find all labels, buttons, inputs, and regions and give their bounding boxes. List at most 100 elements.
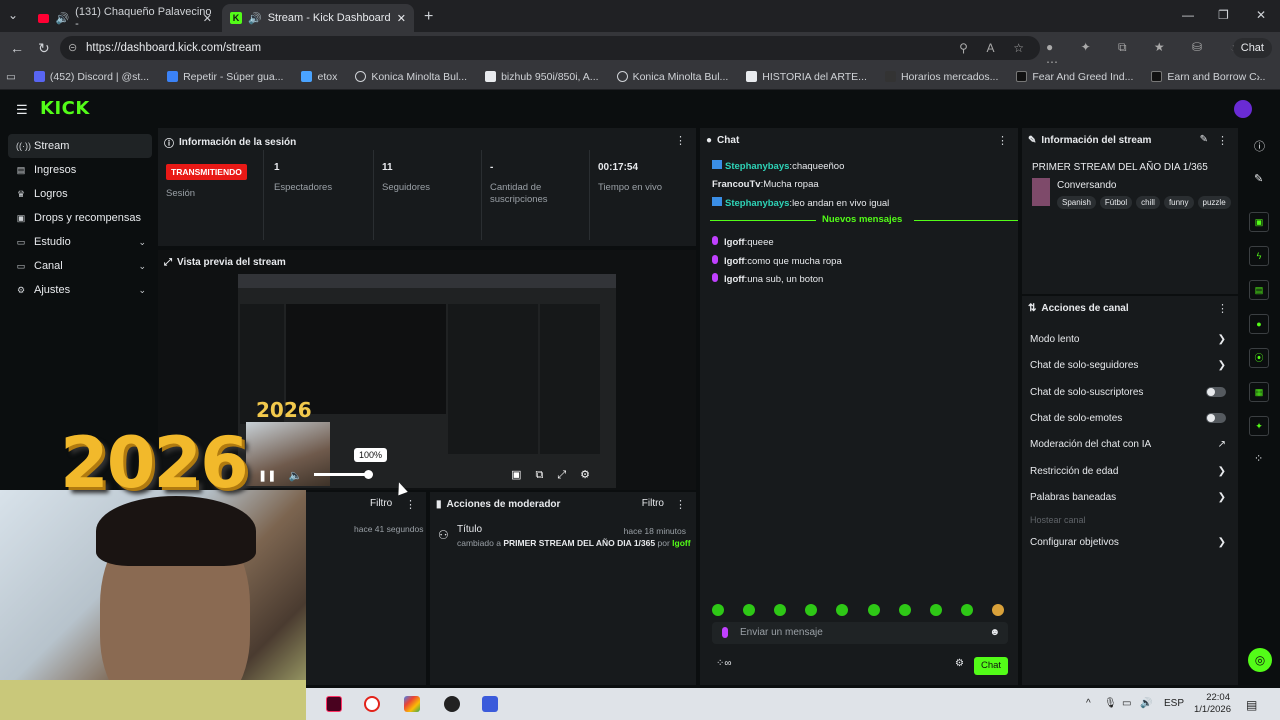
document-icon[interactable]: ▤ bbox=[1249, 280, 1269, 300]
speaker-icon[interactable]: 🔊 bbox=[1140, 698, 1152, 709]
maximize-icon[interactable]: ❐ bbox=[1218, 8, 1229, 22]
emote-icon[interactable] bbox=[960, 604, 973, 616]
window-close-icon[interactable]: ✕ bbox=[1256, 8, 1266, 22]
emote-icon[interactable] bbox=[867, 604, 880, 616]
copilot-chat-button[interactable]: Chat bbox=[1232, 38, 1272, 58]
more-icon[interactable]: ⋮ bbox=[1217, 134, 1228, 147]
layout-icon[interactable]: ▦ bbox=[1249, 382, 1269, 402]
chevron-right-icon[interactable]: › bbox=[1257, 71, 1261, 83]
tag: puzzle bbox=[1197, 196, 1231, 209]
bookmark-item[interactable]: Repetir - Súper gua... bbox=[167, 71, 283, 83]
close-icon[interactable]: ✕ bbox=[203, 12, 212, 25]
action-banned-words[interactable]: Palabras baneadas ❯ bbox=[1030, 487, 1226, 507]
info-icon[interactable]: ⓘ bbox=[1254, 138, 1265, 154]
bookmark-item[interactable]: bizhub 950i/850i, A... bbox=[485, 71, 599, 83]
emoji-icon[interactable]: ☻ bbox=[989, 622, 1000, 644]
emote-icon[interactable] bbox=[836, 604, 849, 616]
close-icon[interactable]: ✕ bbox=[397, 12, 406, 25]
emote-icon[interactable] bbox=[774, 604, 787, 616]
rail-button-icon[interactable]: ▣ bbox=[1249, 212, 1269, 232]
bookmark-item[interactable]: Earn and Borrow C... bbox=[1151, 71, 1265, 83]
reading-list-icon[interactable]: ▭ bbox=[6, 71, 16, 83]
bookmark-item[interactable]: Fear And Greed Ind... bbox=[1016, 71, 1133, 83]
tab-youtube[interactable]: 🔊 (131) Chaqueño Palavecino - ✕ bbox=[30, 4, 220, 32]
bookmark-item[interactable]: etox bbox=[301, 71, 337, 83]
network-icon[interactable]: ▭ bbox=[1122, 698, 1131, 709]
kick-logo[interactable]: KICK bbox=[40, 98, 90, 119]
action-configure-goals[interactable]: Configurar objetivos ❯ bbox=[1030, 532, 1226, 552]
pause-icon[interactable]: ❚❚ bbox=[258, 469, 276, 482]
stream-preview-video[interactable]: 2026 ❚❚ 🔈 100% ▣⧉⤢⚙ bbox=[238, 274, 616, 488]
action-age-restriction[interactable]: Restricción de edad ❯ bbox=[1030, 461, 1226, 481]
sidebar-item-drops[interactable]: ▣ Drops y recompensas bbox=[8, 206, 152, 230]
tab-menu-icon[interactable]: ⌄ bbox=[8, 8, 18, 22]
chevron-up-icon[interactable]: ^ bbox=[1086, 698, 1091, 709]
notification-icon[interactable]: ▤ bbox=[1246, 698, 1257, 712]
action-slow-mode[interactable]: Modo lento ❯ bbox=[1030, 329, 1226, 349]
clock[interactable]: 22:04 1/1/2026 bbox=[1194, 692, 1231, 716]
more-icon[interactable]: ⋮ bbox=[405, 498, 416, 511]
new-tab-icon[interactable]: + bbox=[424, 8, 433, 26]
action-ai-moderation[interactable]: Moderación del chat con IA ↗ bbox=[1030, 434, 1226, 454]
emote-icon[interactable] bbox=[805, 604, 818, 616]
expand-icon: ⤢ bbox=[164, 257, 172, 268]
action-followers-only[interactable]: Chat de solo-seguidores ❯ bbox=[1030, 355, 1226, 375]
obs-icon[interactable] bbox=[444, 696, 460, 712]
sidebar-item-estudio[interactable]: ▭ Estudio ⌄ bbox=[8, 230, 152, 254]
edit-icon[interactable]: ✎ bbox=[1254, 172, 1263, 185]
emote-icon[interactable] bbox=[712, 604, 724, 616]
toggle-switch[interactable] bbox=[1206, 413, 1226, 423]
volume-slider-handle[interactable] bbox=[364, 470, 373, 479]
volume-slider[interactable] bbox=[314, 473, 370, 476]
bookmark-item[interactable]: (452) Discord | @st... bbox=[33, 71, 149, 83]
emote-icon[interactable] bbox=[743, 604, 756, 616]
bookmark-item[interactable]: Konica Minolta Bul... bbox=[355, 71, 467, 83]
emote-icon[interactable] bbox=[991, 604, 1004, 616]
more-icon[interactable]: ⋮ bbox=[997, 134, 1008, 147]
reload-icon[interactable]: ↻ bbox=[38, 40, 50, 57]
more-icon[interactable]: ⋮ bbox=[675, 134, 686, 147]
gear-icon[interactable]: ⚙ bbox=[955, 658, 964, 669]
sidebar-item-ajustes[interactable]: ⚙ Ajustes ⌄ bbox=[8, 278, 152, 302]
indesign-icon[interactable] bbox=[326, 696, 342, 712]
chat-message-input[interactable]: Enviar un mensaje ☻ bbox=[712, 622, 1008, 644]
sidebar-item-logros[interactable]: ♛ Logros bbox=[8, 182, 152, 206]
group-icon[interactable]: ⁘ bbox=[1254, 452, 1263, 465]
edit-icon[interactable]: ✎ bbox=[1200, 134, 1208, 145]
wrench-icon[interactable]: ✦ bbox=[1249, 416, 1269, 436]
sidebar-item-ingresos[interactable]: ▤ Ingresos bbox=[8, 158, 152, 182]
app-icon[interactable] bbox=[482, 696, 498, 712]
emote-icon[interactable] bbox=[898, 604, 911, 616]
emote-icon[interactable] bbox=[929, 604, 942, 616]
sidebar-item-stream[interactable]: ((·)) Stream bbox=[8, 134, 152, 158]
back-icon[interactable]: ← bbox=[10, 40, 24, 56]
menu-icon[interactable]: ☰ bbox=[16, 102, 28, 118]
minimize-icon[interactable]: — bbox=[1182, 8, 1194, 22]
bookmark-item[interactable]: Horarios mercados... bbox=[884, 71, 998, 83]
vivaldi-icon[interactable] bbox=[364, 696, 380, 712]
toggle-switch[interactable] bbox=[1206, 387, 1226, 397]
category-name: Conversando bbox=[1057, 180, 1117, 191]
send-chat-button[interactable]: Chat bbox=[974, 657, 1008, 675]
url-field[interactable]: ⊝ https://dashboard.kick.com/stream ⚲ A … bbox=[60, 36, 1040, 60]
sidebar-item-canal[interactable]: ▭ Canal ⌄ bbox=[8, 254, 152, 278]
avatar[interactable] bbox=[1234, 100, 1252, 118]
lightning-icon[interactable]: ϟ bbox=[1249, 246, 1269, 266]
chat-icon[interactable]: ● bbox=[1249, 314, 1269, 334]
bookmark-icon bbox=[167, 71, 179, 82]
volume-icon[interactable]: 🔈 bbox=[288, 469, 302, 482]
bookmark-item[interactable]: Konica Minolta Bul... bbox=[616, 71, 728, 83]
app-icon[interactable] bbox=[404, 696, 420, 712]
filter-button[interactable]: Filtro bbox=[642, 498, 664, 509]
help-icon[interactable]: ◎ bbox=[1248, 648, 1272, 672]
filter-button[interactable]: Filtro bbox=[370, 498, 392, 509]
language-indicator[interactable]: ESP bbox=[1164, 698, 1184, 709]
player-right-controls[interactable]: ▣⧉⤢⚙ bbox=[511, 468, 604, 482]
tab-kick-dashboard[interactable]: K 🔊 Stream - Kick Dashboard ✕ bbox=[222, 4, 414, 32]
more-icon[interactable]: ⋮ bbox=[1217, 302, 1228, 315]
broadcast-icon[interactable]: ⦿ bbox=[1249, 348, 1269, 368]
bookmark-item[interactable]: HISTORIA del ARTE... bbox=[746, 71, 867, 83]
mic-icon[interactable]: 🎙 bbox=[1104, 698, 1117, 709]
points-icon[interactable]: ⁘∞ bbox=[716, 658, 732, 669]
more-icon[interactable]: ⋮ bbox=[675, 498, 686, 511]
